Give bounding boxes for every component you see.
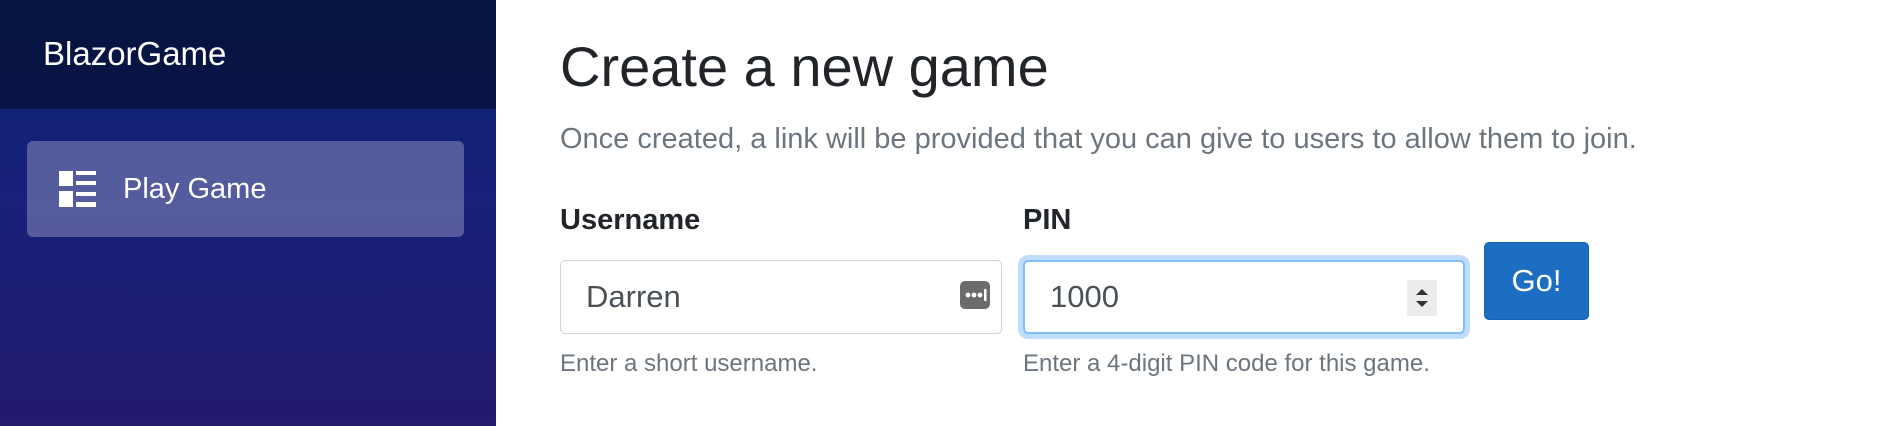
page-title: Create a new game <box>560 35 1049 98</box>
password-manager-icon[interactable] <box>960 281 990 309</box>
pin-label: PIN <box>1023 204 1072 236</box>
chevron-up-icon <box>1416 289 1428 295</box>
brand-link[interactable]: BlazorGame <box>43 34 226 74</box>
chevron-down-icon <box>1416 301 1428 307</box>
username-input[interactable] <box>560 260 1002 334</box>
sidebar-item-label: Play Game <box>123 173 267 205</box>
pin-help: Enter a 4-digit PIN code for this game. <box>1023 350 1430 377</box>
page-description: Once created, a link will be provided th… <box>560 123 1637 155</box>
sidebar-item-play-game[interactable]: Play Game <box>27 141 464 237</box>
pin-input[interactable] <box>1023 260 1465 334</box>
go-button[interactable]: Go! <box>1484 242 1589 320</box>
pin-spinner[interactable] <box>1407 280 1437 316</box>
top-row: BlazorGame <box>0 0 496 109</box>
username-label: Username <box>560 204 701 236</box>
username-help: Enter a short username. <box>560 350 818 377</box>
list-icon <box>59 171 96 207</box>
main-content: Create a new game Once created, a link w… <box>560 0 1886 426</box>
sidebar: BlazorGame Play Game <box>0 0 496 426</box>
